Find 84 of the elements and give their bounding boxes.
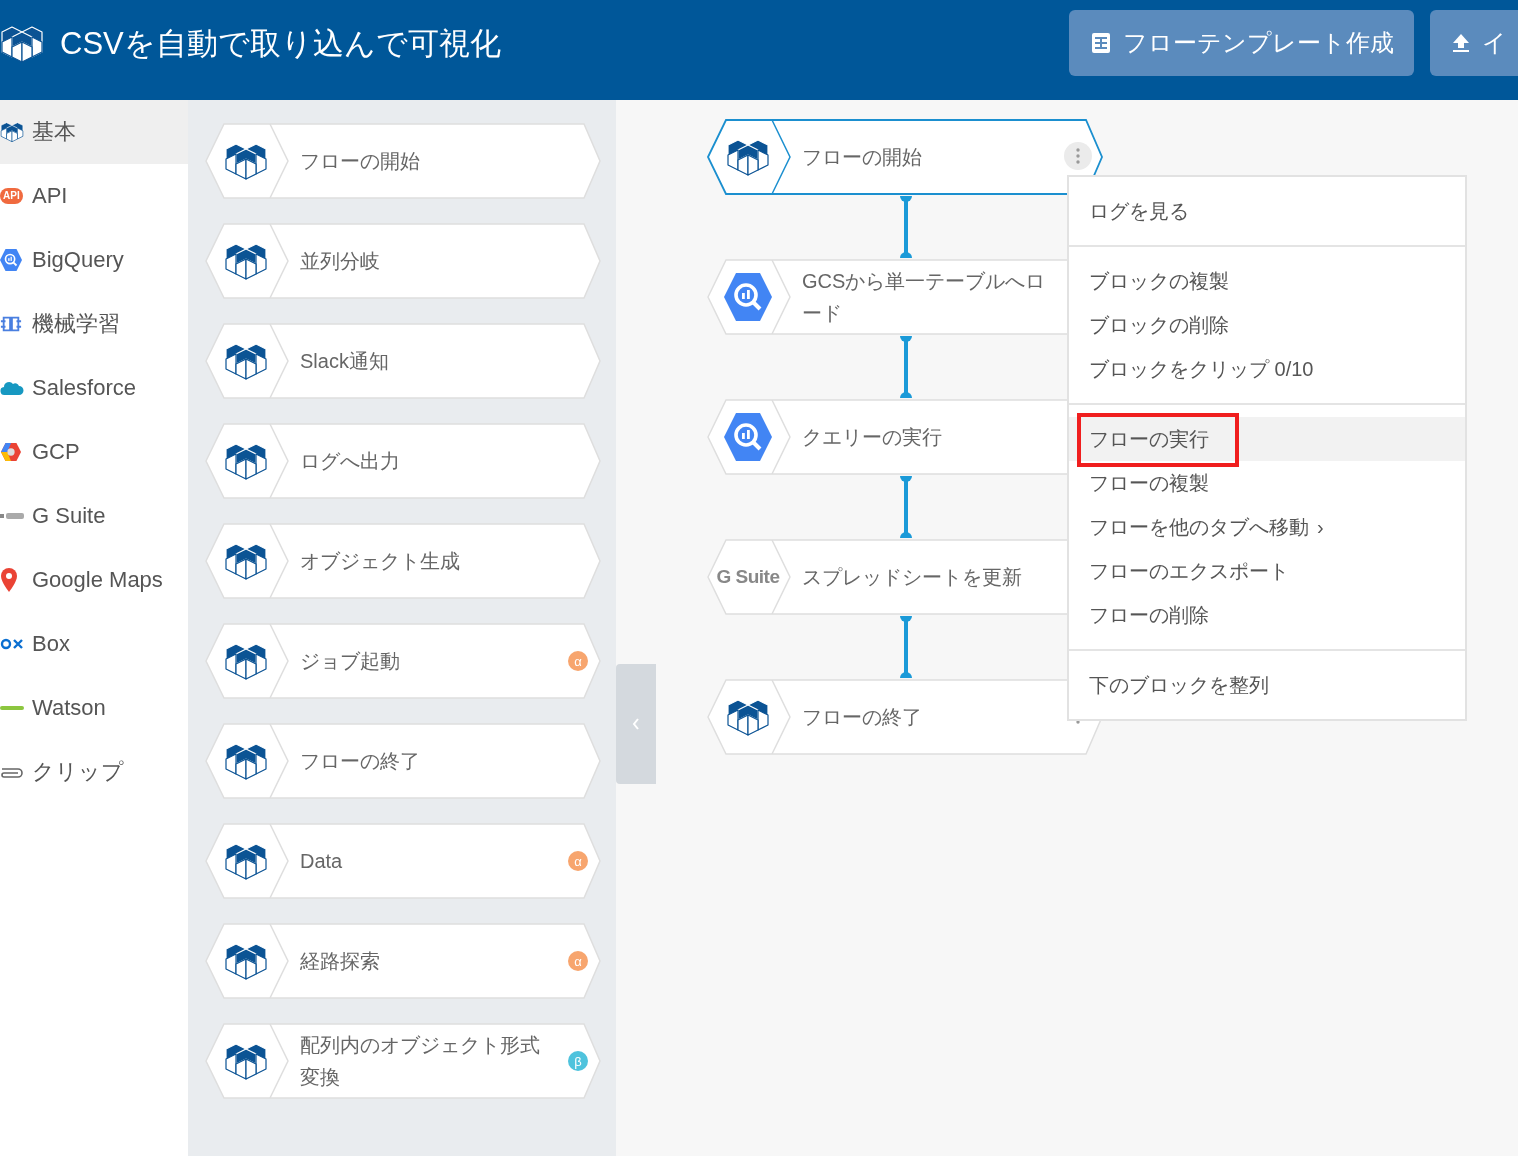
list-icon bbox=[1091, 32, 1111, 54]
block-label: ジョブ起動 bbox=[299, 649, 401, 674]
flow-block[interactable]: クエリーの実行 bbox=[706, 398, 1067, 476]
cube-logo-icon bbox=[726, 137, 770, 177]
cube-logo-icon bbox=[224, 541, 268, 581]
flow-block[interactable]: 配列内のオブジェクト形式変換 β bbox=[204, 1022, 602, 1100]
cube-logo-icon bbox=[224, 941, 268, 981]
submenu-arrow-icon: › bbox=[1317, 515, 1324, 539]
block-label: 経路探索 bbox=[299, 949, 381, 974]
sidebar-item[interactable]: Google Maps bbox=[0, 548, 188, 612]
flow-block[interactable]: G Suite スプレッドシートを更新 bbox=[706, 538, 1067, 616]
collapse-button[interactable] bbox=[616, 664, 656, 784]
menu-item[interactable]: ブロックをクリップ 0/10 bbox=[1069, 347, 1465, 391]
kebab-icon bbox=[1076, 148, 1080, 164]
cube-logo-icon bbox=[224, 341, 268, 381]
cube-logo-icon bbox=[0, 121, 24, 143]
block-label: ログへ出力 bbox=[299, 449, 401, 474]
flow-block[interactable]: フローの開始 bbox=[204, 122, 602, 200]
block-label: オブジェクト生成 bbox=[299, 549, 461, 574]
menu-item[interactable]: フローの実行 bbox=[1069, 417, 1465, 461]
block-label: フローの終了 bbox=[299, 749, 421, 774]
flow-block[interactable]: GCSから単一テーブルへロード bbox=[706, 258, 1067, 336]
sidebar-item[interactable]: 基本 bbox=[0, 100, 188, 164]
menu-item[interactable]: フローのエクスポート bbox=[1069, 549, 1465, 593]
block-label: Slack通知 bbox=[299, 349, 390, 374]
sidebar-item[interactable]: クリップ bbox=[0, 740, 188, 804]
cube-logo-icon bbox=[224, 641, 268, 681]
menu-item[interactable]: ブロックの削除 bbox=[1069, 303, 1465, 347]
menu-item[interactable]: フローを他のタブへ移動 › bbox=[1069, 505, 1465, 549]
sidebar-item[interactable]: 機械学習 bbox=[0, 292, 188, 356]
flow-block[interactable]: Slack通知 bbox=[204, 322, 602, 400]
flow-block[interactable]: オブジェクト生成 bbox=[204, 522, 602, 600]
paperclip-icon bbox=[0, 765, 24, 779]
flow-block[interactable]: フローの終了 bbox=[204, 722, 602, 800]
sidebar-item[interactable]: G Suite bbox=[0, 484, 188, 548]
logo-icon bbox=[0, 638, 24, 650]
flow-block[interactable]: 並列分岐 bbox=[204, 222, 602, 300]
chevron-left-icon bbox=[631, 716, 641, 732]
sidebar-item[interactable]: GCP bbox=[0, 420, 188, 484]
sidebar-item[interactable]: Box bbox=[0, 612, 188, 676]
sidebar-item[interactable]: BigQuery bbox=[0, 228, 188, 292]
flow-block[interactable]: フローの開始 bbox=[706, 118, 1104, 196]
block-label: スプレッドシートを更新 bbox=[801, 565, 1023, 590]
cube-logo-icon bbox=[224, 741, 268, 781]
upload-icon bbox=[1452, 33, 1470, 53]
block-label: クエリーの実行 bbox=[801, 425, 943, 450]
menu-item[interactable]: ブロックの複製 bbox=[1069, 259, 1465, 303]
hexagon-logo-icon bbox=[0, 442, 22, 462]
cube-logo-icon bbox=[224, 1041, 268, 1081]
connector-line bbox=[898, 476, 914, 538]
sidebar-item[interactable]: API API bbox=[0, 164, 188, 228]
block-label: GCSから単一テーブルへロード bbox=[801, 269, 1047, 326]
cube-logo-icon bbox=[224, 241, 268, 281]
menu-item[interactable]: フローの複製 bbox=[1069, 461, 1465, 505]
block-label: フローの開始 bbox=[801, 145, 923, 170]
flow-title: CSVを自動で取り込んで可視化 bbox=[60, 25, 501, 63]
api-cloud-icon: API bbox=[0, 188, 23, 204]
sidebar-item[interactable]: Watson bbox=[0, 676, 188, 740]
connector-line bbox=[898, 336, 914, 398]
block-label: 配列内のオブジェクト形式変換 bbox=[299, 1033, 541, 1090]
block-label: フローの終了 bbox=[801, 705, 923, 730]
block-label: フローの開始 bbox=[299, 149, 421, 174]
magnifier-hexagon-icon bbox=[724, 413, 772, 461]
cube-logo-icon bbox=[726, 697, 770, 737]
logo-icon: G Suite bbox=[716, 566, 780, 588]
block-label: Data bbox=[299, 849, 344, 874]
connector-line bbox=[898, 616, 914, 678]
menu-item[interactable]: フローの削除 bbox=[1069, 593, 1465, 637]
template-button[interactable]: フローテンプレート作成 bbox=[1069, 10, 1414, 76]
connector-line bbox=[898, 196, 914, 258]
block-label: 並列分岐 bbox=[299, 249, 381, 274]
flow-block[interactable]: ログへ出力 bbox=[204, 422, 602, 500]
cube-logo-icon bbox=[224, 141, 268, 181]
flow-block[interactable]: 経路探索 α bbox=[204, 922, 602, 1000]
logo-icon bbox=[0, 511, 24, 521]
sidebar-item[interactable]: Salesforce bbox=[0, 356, 188, 420]
cloud-icon bbox=[0, 379, 24, 397]
import-button[interactable]: イ bbox=[1430, 10, 1518, 76]
cube-logo-icon bbox=[224, 441, 268, 481]
flow-block[interactable]: ジョブ起動 α bbox=[204, 622, 602, 700]
magnifier-hexagon-icon bbox=[724, 273, 772, 321]
flow-block[interactable]: Data α bbox=[204, 822, 602, 900]
cube-logo-icon bbox=[224, 841, 268, 881]
logo-icon bbox=[0, 704, 24, 712]
